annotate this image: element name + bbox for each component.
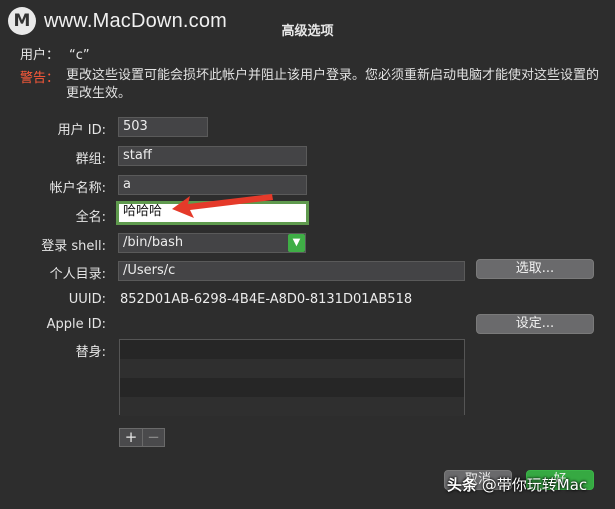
- add-alias-button[interactable]: +: [120, 429, 142, 446]
- caption-source: 头条: [447, 476, 478, 494]
- user-id-field[interactable]: 503: [118, 117, 208, 137]
- list-item[interactable]: [120, 378, 464, 397]
- group-label: 群组:: [75, 152, 106, 167]
- warning-block: 警告： 更改这些设置可能会损坏此帐户并阻止该用户登录。您必须重新启动电脑才能使对…: [20, 67, 610, 103]
- group-field[interactable]: staff: [118, 146, 307, 166]
- set-apple-id-button[interactable]: 设定...: [476, 314, 594, 334]
- uuid-label: UUID:: [68, 292, 106, 307]
- full-name-label: 全名:: [75, 210, 106, 225]
- home-dir-field[interactable]: /Users/c: [118, 261, 465, 281]
- advanced-options-sheet: M www.MacDown.com 高级选项 用户： “c” 警告： 更改这些设置…: [0, 0, 615, 509]
- aliases-list[interactable]: [119, 339, 465, 416]
- remove-alias-button[interactable]: −: [142, 429, 164, 446]
- list-item[interactable]: [120, 397, 464, 416]
- list-item[interactable]: [120, 340, 464, 359]
- apple-id-label: Apple ID:: [46, 317, 106, 332]
- user-id-label: 用户 ID:: [57, 123, 106, 138]
- login-shell-value: /bin/bash: [123, 235, 184, 250]
- uuid-value: 852D01AB-6298-4B4E-A8D0-8131D01AB518: [120, 292, 413, 307]
- user-value: “c”: [69, 48, 90, 63]
- alias-add-remove: + −: [119, 428, 165, 447]
- chevron-down-icon[interactable]: ▼: [288, 234, 305, 252]
- home-dir-label: 个人目录:: [49, 267, 106, 282]
- caption-author: @带你玩转Mac: [481, 476, 588, 494]
- warning-label: 警告：: [20, 71, 60, 86]
- login-shell-select[interactable]: /bin/bash ▼: [118, 233, 306, 253]
- annotation-arrow-icon: [172, 194, 273, 218]
- account-name-label: 帐户名称:: [49, 181, 106, 196]
- source-caption: 头条 @带你玩转Mac: [447, 474, 587, 495]
- list-item[interactable]: [120, 359, 464, 378]
- user-label: 用户：: [20, 48, 60, 63]
- warning-text: 更改这些设置可能会损坏此帐户并阻止该用户登录。您必须重新启动电脑才能使对这些设置…: [66, 68, 600, 101]
- login-shell-label: 登录 shell:: [41, 239, 106, 254]
- choose-button[interactable]: 选取...: [476, 259, 594, 279]
- user-row: 用户： “c”: [20, 44, 90, 63]
- aliases-label: 替身:: [75, 345, 106, 360]
- dialog-title: 高级选项: [281, 24, 334, 39]
